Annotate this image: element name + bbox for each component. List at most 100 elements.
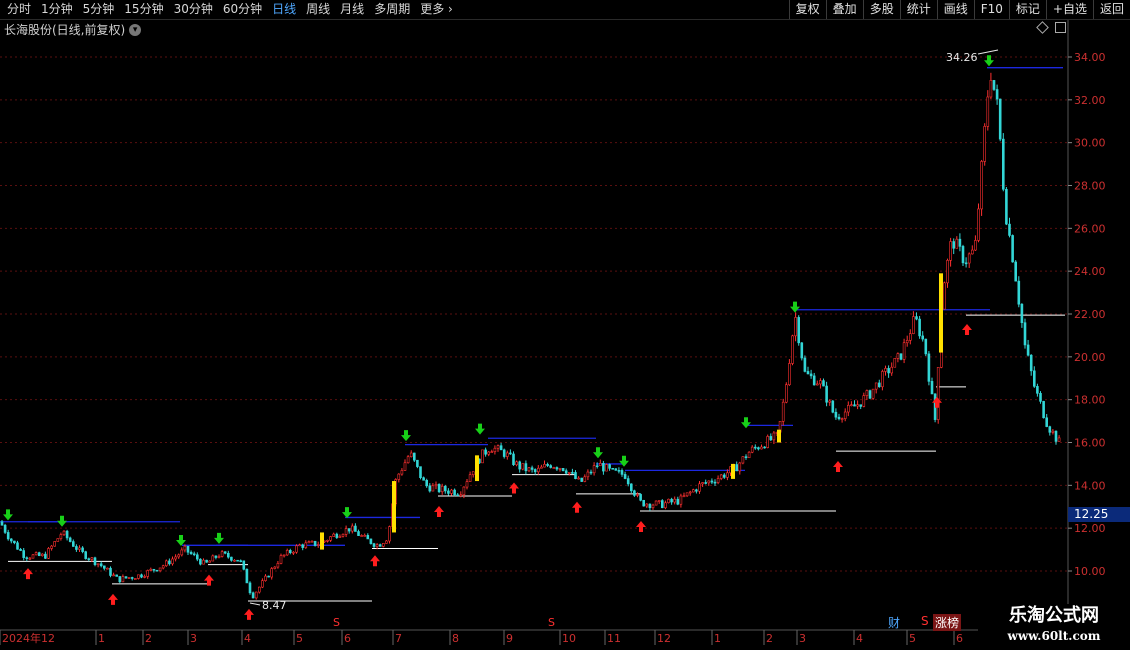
candle-body <box>871 388 875 399</box>
candle-body <box>0 521 4 526</box>
candle-body <box>369 538 373 544</box>
candle-body <box>555 467 559 470</box>
ytick-label-8: 26.00 <box>1074 222 1106 235</box>
candle-body <box>800 342 804 359</box>
max-price-label: 34.26 <box>946 51 978 64</box>
candle-body <box>431 485 435 492</box>
candle-body <box>1045 417 1048 427</box>
candle-body <box>25 557 29 559</box>
candle-body <box>127 577 131 579</box>
candle-body <box>1005 188 1008 225</box>
candle-body <box>629 483 633 492</box>
candle-body <box>347 528 351 532</box>
sell-arrow-8 <box>619 455 629 467</box>
candle-body <box>995 89 999 100</box>
s-badge[interactable]: S <box>921 614 929 628</box>
xtick-label-5: 5 <box>296 632 303 645</box>
candle-body <box>784 384 788 403</box>
candle-body <box>791 335 794 364</box>
candle-body <box>549 465 553 468</box>
candle-body <box>171 558 174 565</box>
candle-body <box>974 240 977 251</box>
candle-body <box>611 468 615 470</box>
candle-body <box>670 498 673 503</box>
candle-body <box>50 545 53 549</box>
candle-body <box>679 495 683 505</box>
candle-body <box>781 401 785 422</box>
candle-body <box>970 249 974 255</box>
candle-body <box>329 536 332 541</box>
candle-body <box>605 464 608 472</box>
candle-body <box>177 554 180 558</box>
highlight-bar-4 <box>777 429 781 443</box>
candle-body <box>660 500 664 509</box>
finance-badge[interactable]: 财 <box>888 614 900 631</box>
candle-body <box>233 559 236 562</box>
zhangbang-badge[interactable]: 涨榜 <box>933 614 962 631</box>
candle-body <box>1020 303 1024 323</box>
candle-body <box>924 338 928 355</box>
ytick-label-9: 28.00 <box>1074 180 1106 193</box>
candle-body <box>738 462 742 472</box>
candle-body <box>360 535 363 537</box>
candle-body <box>664 502 667 509</box>
candle-body <box>831 400 835 413</box>
candle-body <box>642 499 646 507</box>
candle-body <box>22 550 26 558</box>
candle-body <box>19 549 22 551</box>
candle-body <box>121 576 125 583</box>
watermark-title: 乐淘公式网 <box>1009 605 1099 626</box>
candle-body <box>1051 430 1055 433</box>
candle-body <box>676 498 680 505</box>
candle-body <box>372 543 376 547</box>
sell-arrow-9 <box>741 417 751 429</box>
candle-body <box>65 530 69 539</box>
candle-body <box>673 498 677 503</box>
ytick-label-7: 24.00 <box>1074 265 1106 278</box>
xtick-label-0: 2024年12 <box>2 631 55 645</box>
candle-body <box>1026 344 1030 356</box>
candle-body <box>1011 235 1014 263</box>
candle-body <box>794 317 797 337</box>
ytick-label-2: 14.00 <box>1074 479 1106 492</box>
candle-body <box>149 568 153 571</box>
kline-chart[interactable]: 10.00 12.00 14.00 16.00 18.00 20.00 22.00 24.00… <box>0 0 1130 650</box>
candle-body <box>1001 138 1005 190</box>
candle-body <box>862 395 866 407</box>
candle-body <box>744 456 748 459</box>
candle-body <box>667 498 670 504</box>
ytick-label-0: 10.00 <box>1074 565 1106 578</box>
candle-body <box>257 586 261 593</box>
candle-body <box>1042 401 1045 419</box>
candle-body <box>186 545 190 553</box>
xtick-label-16: 4 <box>856 632 863 645</box>
highlight-bar-2 <box>475 455 479 482</box>
candle-body <box>595 465 599 467</box>
candle-body <box>443 485 447 492</box>
sell-arrow-4 <box>342 507 352 519</box>
xtick-label-8: 8 <box>452 632 459 645</box>
candle-body <box>580 477 584 482</box>
candle-body <box>499 445 503 451</box>
candle-body <box>161 565 165 569</box>
candle-body <box>812 375 816 386</box>
buy-arrow-7 <box>572 501 582 513</box>
candle-body <box>205 559 208 563</box>
candle-body <box>828 400 832 403</box>
candle-body <box>87 558 91 560</box>
candle-body <box>31 554 35 559</box>
candle-body <box>397 473 401 480</box>
sell-arrow-7 <box>593 447 603 459</box>
s-marker-0: S <box>333 616 340 629</box>
candle-body <box>809 373 813 377</box>
ytick-label-12: 34.00 <box>1074 51 1106 64</box>
buy-arrow-0 <box>23 568 33 580</box>
candle-body <box>381 543 385 547</box>
candle-body <box>626 478 630 485</box>
s-marker-1: S <box>548 616 555 629</box>
sell-arrow-0 <box>3 509 13 521</box>
candle-body <box>10 538 13 542</box>
candle-body <box>282 554 286 557</box>
candle-body <box>447 490 450 494</box>
candle-body <box>1029 354 1033 372</box>
